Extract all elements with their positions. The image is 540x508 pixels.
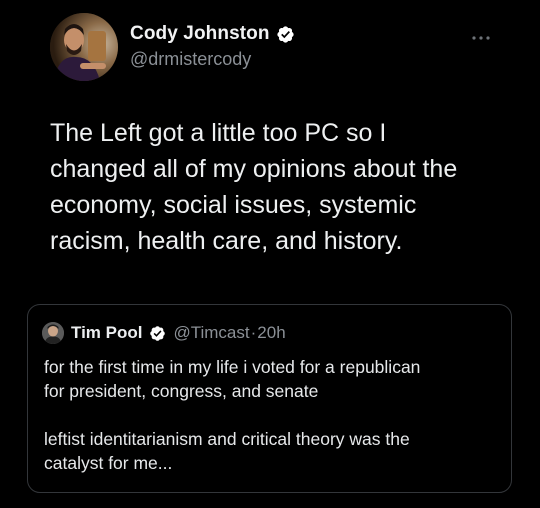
quoted-tweet-text: for the first time in my life i voted fo… [44,355,506,475]
quoted-avatar [42,322,64,344]
quoted-paragraph: leftist identitarianism and critical the… [44,429,410,473]
quoted-paragraph: for the first time in my life i voted fo… [44,357,421,401]
quoted-meta: @Timcast · 20h [173,323,285,343]
quoted-display-name[interactable]: Tim Pool [71,323,142,343]
quoted-tweet-header: Tim Pool @Timcast · 20h [42,321,286,345]
handle[interactable]: @drmistercody [130,49,295,70]
author-block: Cody Johnston @drmistercody [130,22,295,70]
tweet-text: The Left got a little too PC so I change… [50,119,458,255]
avatar-image [50,13,118,81]
verified-badge-icon [276,25,295,44]
display-name[interactable]: Cody Johnston [130,23,270,45]
quoted-tweet-card[interactable]: Tim Pool @Timcast · 20h for the first ti… [27,304,512,493]
display-name-row: Cody Johnston [130,22,295,46]
verified-badge-icon [149,325,166,342]
avatar[interactable] [50,13,118,81]
quoted-handle[interactable]: @Timcast [173,323,249,343]
meta-separator: · [250,323,257,342]
more-horizontal-icon[interactable] [470,30,492,40]
quoted-timestamp[interactable]: 20h [257,323,285,343]
tweet: Cody Johnston @drmistercody The Left got… [0,0,540,508]
